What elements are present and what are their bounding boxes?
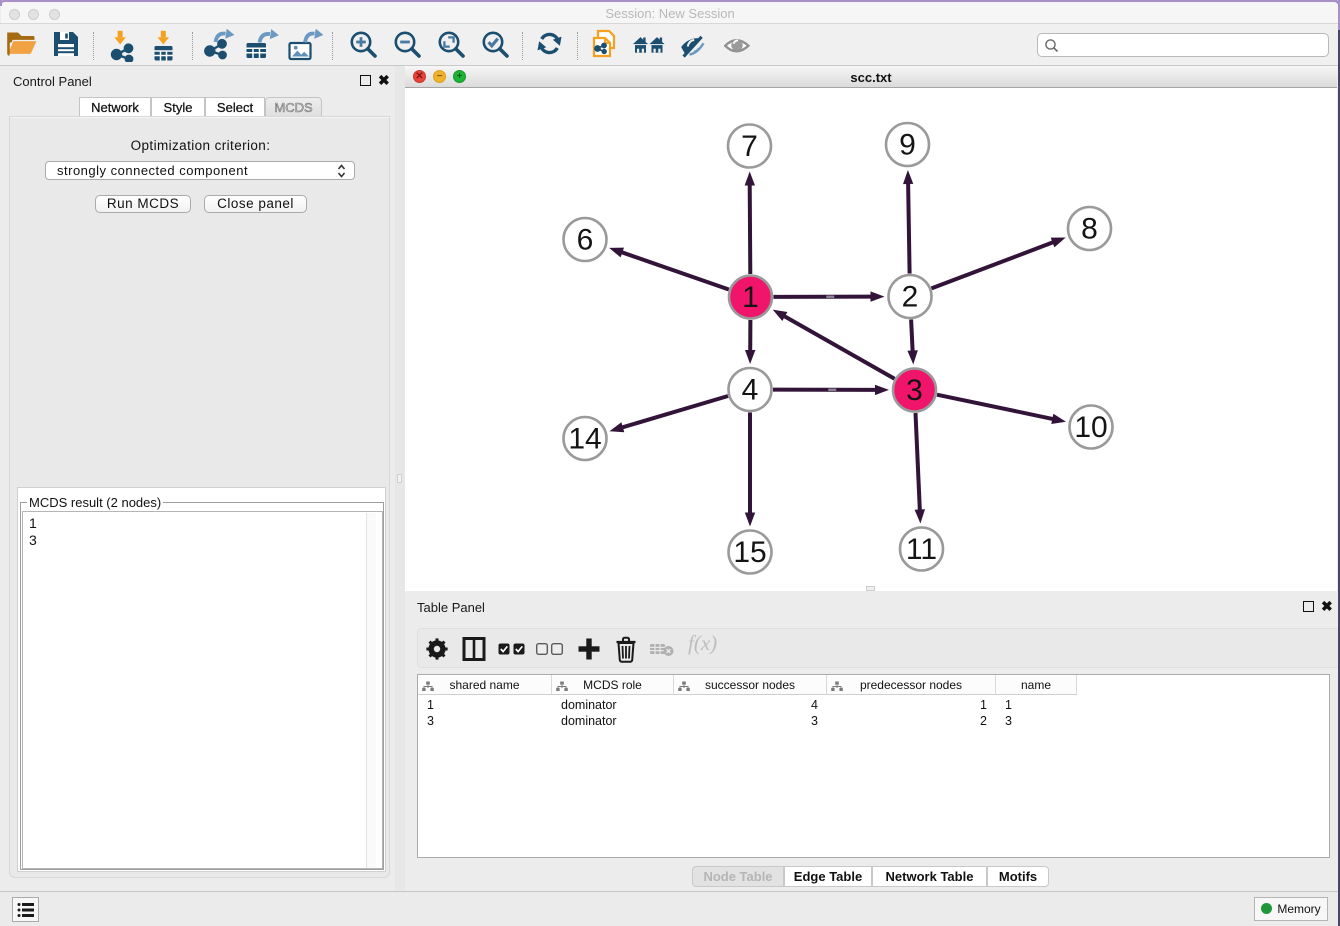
- svg-text:10: 10: [1074, 411, 1107, 444]
- svg-text:2: 2: [902, 281, 919, 314]
- svg-text:3: 3: [906, 374, 923, 407]
- svg-text:4: 4: [742, 374, 759, 407]
- svg-text:8: 8: [1081, 213, 1098, 246]
- svg-text:1: 1: [742, 281, 759, 314]
- svg-text:15: 15: [733, 536, 766, 569]
- svg-text:7: 7: [741, 130, 758, 163]
- svg-text:6: 6: [577, 224, 594, 257]
- svg-text:14: 14: [568, 423, 601, 456]
- svg-text:9: 9: [899, 129, 916, 162]
- svg-text:11: 11: [906, 533, 937, 566]
